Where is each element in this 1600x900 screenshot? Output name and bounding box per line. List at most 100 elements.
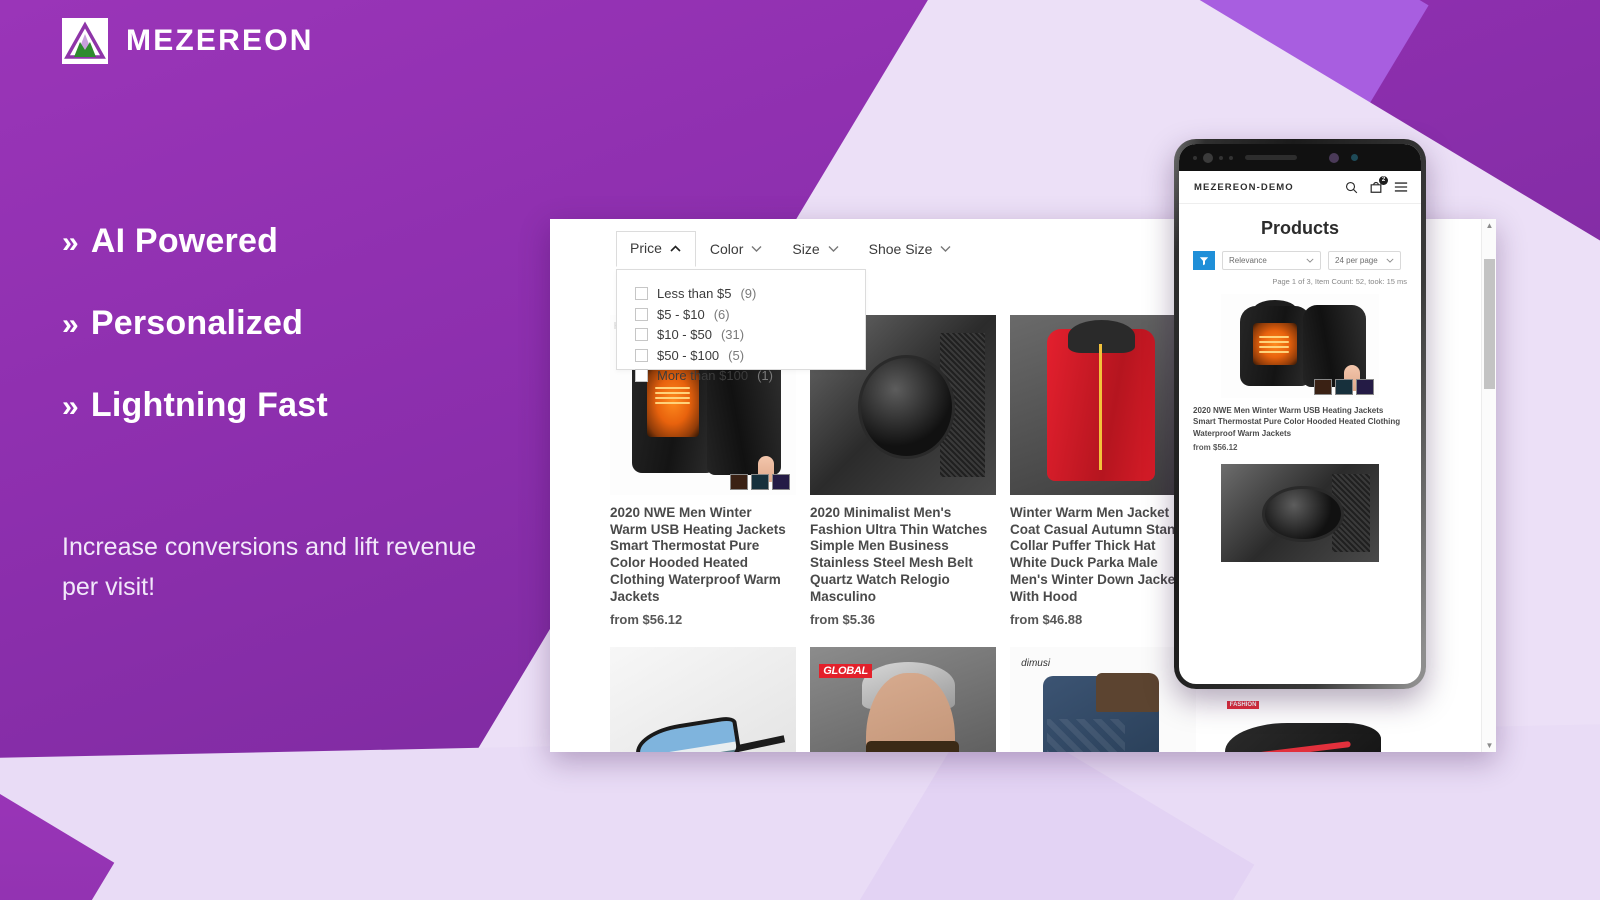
price-option-count-3: (31): [720, 327, 745, 342]
phone-product-title: 2020 NWE Men Winter Warm USB Heating Jac…: [1193, 406, 1401, 438]
cart-icon[interactable]: 2: [1369, 176, 1388, 194]
bullet-label-2: Personalized: [90, 304, 304, 342]
filter-tab-shoe-size[interactable]: Shoe Size: [855, 232, 968, 267]
price-option-3[interactable]: $10 - $50 (31): [635, 327, 865, 342]
price-option-count-2: (6): [713, 306, 730, 322]
phone-notch: [1179, 144, 1421, 171]
price-option-5[interactable]: More than $100 (1): [635, 368, 865, 383]
bullet-item-3: » Lightning Fast: [62, 386, 532, 425]
chevron-up-icon: [670, 241, 681, 255]
desktop-scrollbar[interactable]: ▲ ▼: [1481, 219, 1496, 752]
checkbox-icon[interactable]: [635, 287, 648, 300]
scroll-up-arrow-icon[interactable]: ▲: [1486, 221, 1494, 230]
fashion-badge: FASHION: [1226, 701, 1260, 710]
phone-product-list: 2020 NWE Men Winter Warm USB Heating Jac…: [1179, 286, 1421, 563]
global-badge: GLOBAL: [819, 663, 872, 678]
bullet-item-2: » Personalized: [62, 304, 532, 343]
price-option-label-2: $5 - $10: [657, 306, 705, 322]
product-title: 2020 NWE Men Winter Warm USB Heating Jac…: [610, 505, 786, 604]
product-card[interactable]: [610, 647, 810, 752]
checkbox-icon[interactable]: [635, 369, 648, 382]
filter-tab-color[interactable]: Color: [696, 232, 778, 267]
facet-filter-bar: Price Color Size Shoe Size: [616, 231, 967, 267]
product-card[interactable]: GLOBAL: [810, 647, 1010, 752]
chevron-down-icon: [1306, 256, 1314, 265]
phone-result-meta: Page 1 of 3, Item Count: 52, took: 15 ms: [1272, 277, 1407, 286]
heated-jacket-image[interactable]: [1221, 294, 1379, 398]
price-option-label-4: $50 - $100: [657, 347, 720, 363]
checkbox-icon[interactable]: [635, 348, 648, 362]
filter-tab-price-label: Price: [630, 240, 662, 256]
price-option-count-5: (1): [757, 368, 773, 383]
bullet-item-1: » AI Powered: [62, 222, 532, 261]
led-indicator-icon: [1351, 154, 1358, 161]
product-title: Winter Warm Men Jacket Coat Casual Autum…: [1010, 505, 1184, 604]
global-sunglasses-model-image[interactable]: GLOBAL: [810, 647, 996, 752]
filter-tab-size[interactable]: Size: [778, 232, 854, 267]
bullet-chevron-icon: »: [62, 308, 79, 341]
headline-bullets: » AI Powered » Personalized » Lightning Fas…: [62, 222, 532, 468]
brand-name: MEZEREON: [126, 24, 314, 57]
sensor-icon: [1219, 155, 1223, 160]
per-page-select[interactable]: 24 per page: [1328, 251, 1401, 270]
bg-band-bottom-light: [0, 790, 901, 900]
phone-page-title: Products: [1260, 218, 1339, 238]
scrollbar-thumb[interactable]: [1484, 259, 1495, 389]
filter-tab-price[interactable]: Price: [616, 231, 696, 267]
cart-badge-count: 2: [1379, 176, 1388, 185]
banner-stage: MEZEREON » AI Powered » Personalized » Ligh…: [0, 0, 1600, 900]
polarized-sunglasses-image[interactable]: [610, 647, 796, 752]
price-option-label-3: $10 - $50: [657, 327, 712, 342]
product-price: from $56.12: [610, 612, 683, 628]
filter-tab-shoe-size-label: Shoe Size: [868, 241, 933, 257]
bullet-label-1: AI Powered: [90, 222, 279, 260]
chevron-down-icon: [1386, 256, 1394, 265]
checkbox-icon[interactable]: [635, 307, 648, 321]
sensor-icon: [1229, 155, 1233, 160]
filter-tab-color-label: Color: [709, 241, 744, 257]
price-option-count-4: (5): [728, 347, 745, 363]
product-title: 2020 Minimalist Men's Fashion Ultra Thin…: [810, 505, 988, 604]
chevron-down-icon: [828, 243, 839, 255]
thin-watch-image[interactable]: [1221, 464, 1379, 563]
filter-funnel-icon[interactable]: [1193, 251, 1215, 270]
mountain-logo-icon: [62, 18, 108, 64]
phone-toolbar: Relevance 24 per page: [1179, 251, 1421, 270]
subheadline-text: Increase conversions and lift revenue pe…: [62, 533, 477, 601]
front-camera-icon: [1203, 152, 1213, 163]
price-filter-dropdown: Less than $5 (9) $5 - $10 (6) $10 - $50 …: [616, 269, 866, 383]
bullet-chevron-icon: »: [62, 226, 79, 259]
iris-sensor-icon: [1329, 152, 1339, 163]
price-option-label-5: More than $100: [657, 368, 749, 383]
per-page-select-value: 24 per page: [1335, 256, 1378, 265]
earpiece-speaker: [1245, 155, 1297, 160]
phone-product-card[interactable]: [1193, 464, 1407, 563]
phone-store-header: MEZEREON-DEMO 2: [1179, 171, 1421, 204]
phone-product-price: from $56.12: [1193, 443, 1238, 453]
chevron-down-icon: [940, 243, 951, 255]
price-option-4[interactable]: $50 - $100 (5): [635, 348, 865, 363]
sensor-icon: [1193, 155, 1197, 160]
price-option-2[interactable]: $5 - $10 (6): [635, 307, 865, 322]
price-option-label-1: Less than $5: [657, 286, 732, 301]
phone-product-card[interactable]: 2020 NWE Men Winter Warm USB Heating Jac…: [1193, 294, 1407, 452]
scroll-down-arrow-icon[interactable]: ▼: [1486, 741, 1494, 750]
sort-select-value: Relevance: [1229, 256, 1267, 265]
price-option-1[interactable]: Less than $5 (9): [635, 286, 865, 301]
hamburger-menu-icon[interactable]: [1394, 181, 1408, 193]
sort-select[interactable]: Relevance: [1222, 251, 1321, 270]
brand-script-label: dimusi: [1021, 658, 1051, 670]
brand-lockup: MEZEREON: [62, 18, 314, 64]
phone-mockup: MEZEREON-DEMO 2 Products Relevance 24 pe…: [1174, 139, 1426, 689]
bullet-chevron-icon: »: [62, 390, 79, 423]
red-puffer-jacket-image[interactable]: [1010, 315, 1196, 495]
price-option-count-1: (9): [740, 286, 757, 301]
bullet-label-3: Lightning Fast: [90, 386, 328, 424]
blue-quilted-jacket-image[interactable]: dimusi: [1010, 647, 1196, 752]
chevron-down-icon: [751, 243, 762, 255]
checkbox-icon[interactable]: [635, 328, 648, 341]
filter-tab-size-label: Size: [792, 241, 820, 257]
search-icon[interactable]: [1345, 181, 1358, 194]
phone-store-name: MEZEREON-DEMO: [1194, 181, 1294, 193]
product-price: from $5.36: [810, 612, 876, 628]
